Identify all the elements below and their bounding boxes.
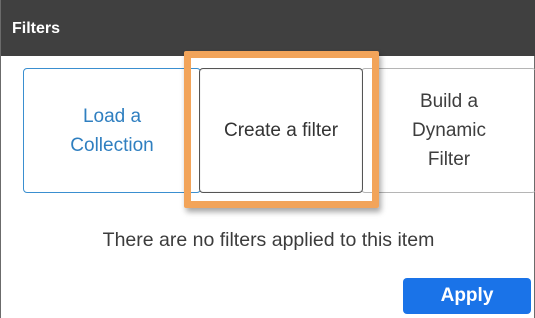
panel-title: Filters: [12, 20, 61, 37]
load-collection-button[interactable]: Load a Collection: [23, 68, 201, 193]
apply-button[interactable]: Apply: [403, 278, 531, 314]
build-dynamic-filter-button[interactable]: Build a Dynamic Filter: [361, 68, 535, 193]
panel-header: Filters: [1, 0, 535, 56]
create-filter-button[interactable]: Create a filter: [199, 68, 363, 193]
filters-panel: Filters Load a Collection Build a Dynami…: [0, 0, 535, 318]
no-filters-message: There are no filters applied to this ite…: [102, 229, 435, 251]
